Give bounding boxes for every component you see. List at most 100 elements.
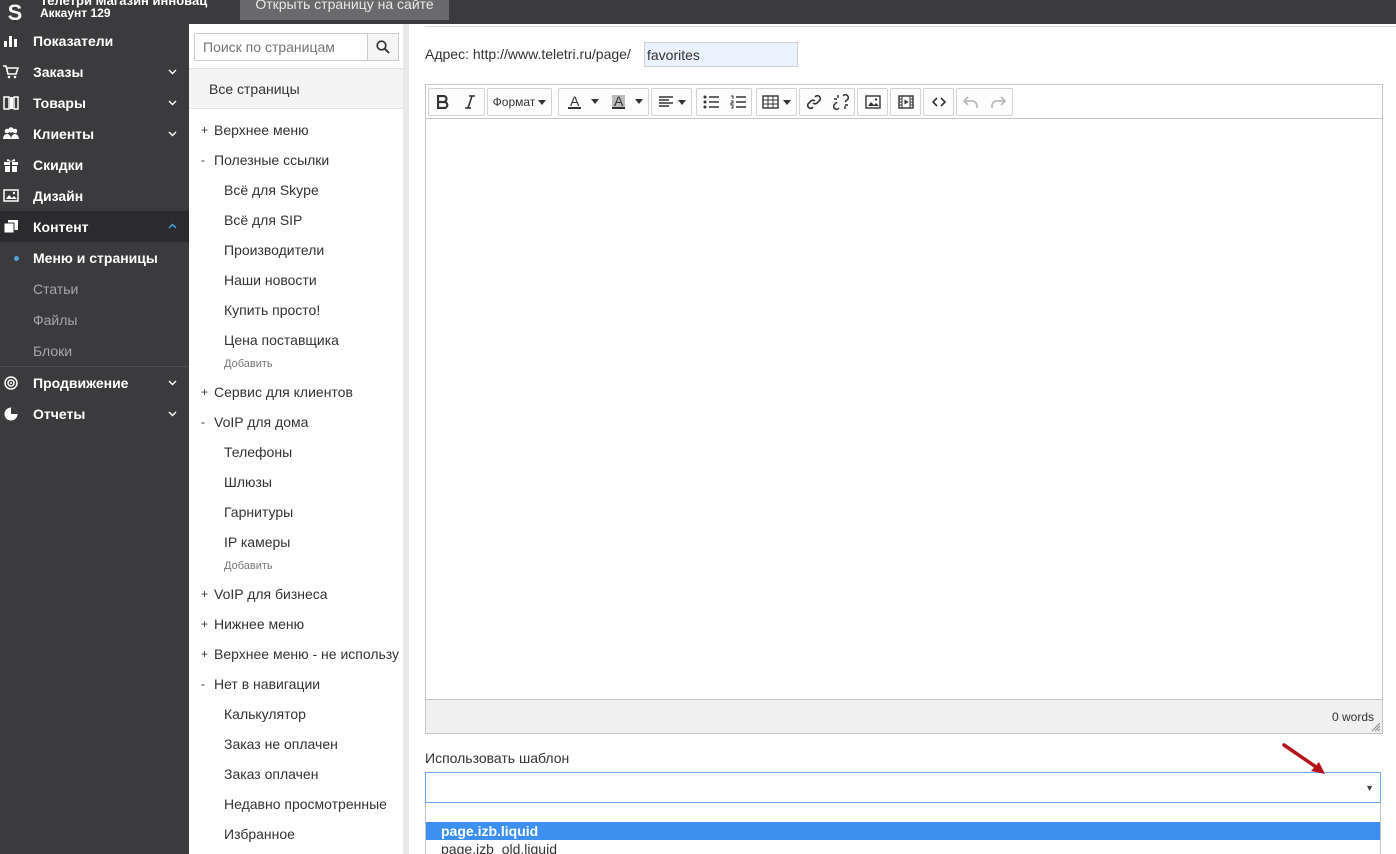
insert-image-button[interactable] xyxy=(857,88,888,116)
tree-toggle[interactable]: + xyxy=(201,587,209,601)
tree-item[interactable]: Избранное xyxy=(189,824,403,844)
undo-button[interactable] xyxy=(957,89,985,115)
tree-add-link[interactable]: Добавить xyxy=(224,358,273,370)
template-label: Использовать шаблон xyxy=(425,750,570,766)
nav-item-orders[interactable]: Заказы xyxy=(0,56,189,87)
nav-sub-blocks[interactable]: Блоки xyxy=(0,335,189,366)
bullet-list-button[interactable] xyxy=(697,89,724,115)
nav-sub-files[interactable]: Файлы xyxy=(0,304,189,335)
tree-item[interactable]: + Сервис для клиентов xyxy=(189,382,403,402)
header-divider xyxy=(425,24,1396,27)
tree-item[interactable]: Всё для SIP xyxy=(189,210,403,230)
tree-item[interactable]: + VoIP для бизнеса xyxy=(189,584,403,604)
tree-toggle[interactable]: + xyxy=(201,617,209,631)
tree-item-label: Недавно просмотренные xyxy=(224,796,387,812)
template-option[interactable]: page.izb_old.liquid xyxy=(426,840,1380,854)
source-code-button[interactable] xyxy=(923,88,954,116)
app-logo[interactable]: S xyxy=(0,0,30,24)
tree-item-label: Верхнее меню - не использу xyxy=(214,646,400,662)
toolbar-group-text-style xyxy=(428,88,485,116)
page-search-button[interactable] xyxy=(368,33,399,61)
box-icon xyxy=(3,96,19,110)
svg-text:A: A xyxy=(570,94,580,109)
italic-button[interactable] xyxy=(457,89,485,115)
chevron-down-icon xyxy=(168,100,177,106)
code-button xyxy=(924,89,953,115)
tree-item[interactable]: Гарнитуры xyxy=(189,502,403,522)
nav-item-reports[interactable]: Отчеты xyxy=(0,398,189,429)
tree-item-label: Гарнитуры xyxy=(224,504,294,520)
tree-item[interactable]: Цена поставщика xyxy=(189,330,403,350)
bar-chart-icon xyxy=(4,36,17,47)
tree-item[interactable]: - Нет в навигации xyxy=(189,674,403,694)
nav-item-label: Скидки xyxy=(33,156,84,173)
resize-handle-icon[interactable] xyxy=(1371,722,1381,732)
tree-toggle[interactable]: + xyxy=(201,647,209,661)
tree-toggle[interactable]: - xyxy=(201,677,209,691)
page-slug-input[interactable] xyxy=(644,42,798,67)
nav-item-products[interactable]: Товары xyxy=(0,87,189,118)
tree-item[interactable]: Купить просто! xyxy=(189,300,403,320)
tree-item-label: Всё для SIP xyxy=(224,212,303,228)
insert-media-button[interactable] xyxy=(890,88,921,116)
tree-item[interactable]: - VoIP для дома xyxy=(189,412,403,432)
tree-item-label: Заказ не оплачен xyxy=(224,736,338,752)
tree-item[interactable]: Недавно просмотренные xyxy=(189,794,403,814)
nav-sub-label: Файлы xyxy=(33,311,78,328)
tree-toggle[interactable]: - xyxy=(201,415,209,429)
open-page-on-site-button[interactable]: Открыть страницу на сайте xyxy=(240,0,449,20)
tree-add-link[interactable]: Добавить xyxy=(224,560,273,572)
insert-link-button[interactable] xyxy=(800,89,827,115)
tree-item[interactable]: Всё для Skype xyxy=(189,180,403,200)
template-option[interactable]: page.izb.liquid xyxy=(426,822,1380,840)
nav-item-promotion[interactable]: Продвижение xyxy=(0,367,189,398)
all-pages-link[interactable]: Все страницы xyxy=(189,68,403,109)
background-color-button[interactable]: A xyxy=(604,89,648,115)
tree-item[interactable]: Производители xyxy=(189,240,403,260)
nav-sub-menus-and-pages[interactable]: Меню и страницы xyxy=(0,242,189,273)
tree-item[interactable]: Заказ не оплачен xyxy=(189,734,403,754)
tree-item-label: IP камеры xyxy=(224,534,291,550)
tree-toggle[interactable]: + xyxy=(201,385,209,399)
svg-text:A: A xyxy=(614,94,624,109)
tree-toggle[interactable]: + xyxy=(201,123,209,137)
editor-content-area[interactable] xyxy=(426,119,1382,699)
redo-button[interactable] xyxy=(985,89,1013,115)
search-icon xyxy=(376,40,390,54)
tree-item[interactable]: Калькулятор xyxy=(189,704,403,724)
numbered-list-button[interactable] xyxy=(724,89,751,115)
format-dropdown[interactable]: Формат xyxy=(487,88,552,116)
nav-item-clients[interactable]: Клиенты xyxy=(0,118,189,149)
tree-item[interactable]: + Верхнее меню xyxy=(189,120,403,140)
template-select[interactable]: ▼ xyxy=(425,772,1381,803)
nav-item-design[interactable]: Дизайн xyxy=(0,180,189,211)
format-label: Формат xyxy=(492,95,536,109)
tree-item-label: Сервис для клиентов xyxy=(214,384,353,400)
bold-icon xyxy=(436,95,449,109)
tree-item[interactable]: Телефоны xyxy=(189,442,403,462)
tree-item-label: Шлюзы xyxy=(224,474,272,490)
text-color-button[interactable]: A xyxy=(559,89,604,115)
page-search-input[interactable] xyxy=(194,33,368,61)
tree-item[interactable]: Наши новости xyxy=(189,270,403,290)
unlink-icon xyxy=(832,94,849,110)
tree-item[interactable]: Заказ оплачен xyxy=(189,764,403,784)
bold-button[interactable] xyxy=(429,89,457,115)
nav-item-content[interactable]: Контент xyxy=(0,211,189,242)
nav-sub-articles[interactable]: Статьи xyxy=(0,273,189,304)
tree-item[interactable]: IP камеры xyxy=(189,532,403,552)
tree-item[interactable]: + Верхнее меню - не использу xyxy=(189,644,403,664)
tree-item-label: Телефоны xyxy=(224,444,293,460)
nav-item-discounts[interactable]: Скидки xyxy=(0,149,189,180)
align-dropdown[interactable] xyxy=(651,88,692,116)
chevron-up-icon xyxy=(168,223,177,229)
nav-sub-label: Статьи xyxy=(33,280,79,297)
table-dropdown[interactable] xyxy=(756,88,797,116)
tree-toggle[interactable]: - xyxy=(201,153,209,167)
tree-item[interactable]: + Нижнее меню xyxy=(189,614,403,634)
remove-link-button[interactable] xyxy=(827,89,854,115)
tree-item[interactable]: - Полезные ссылки xyxy=(189,150,403,170)
target-icon xyxy=(4,376,18,390)
tree-item[interactable]: Шлюзы xyxy=(189,472,403,492)
nav-item-dashboard[interactable]: Показатели xyxy=(0,25,189,56)
